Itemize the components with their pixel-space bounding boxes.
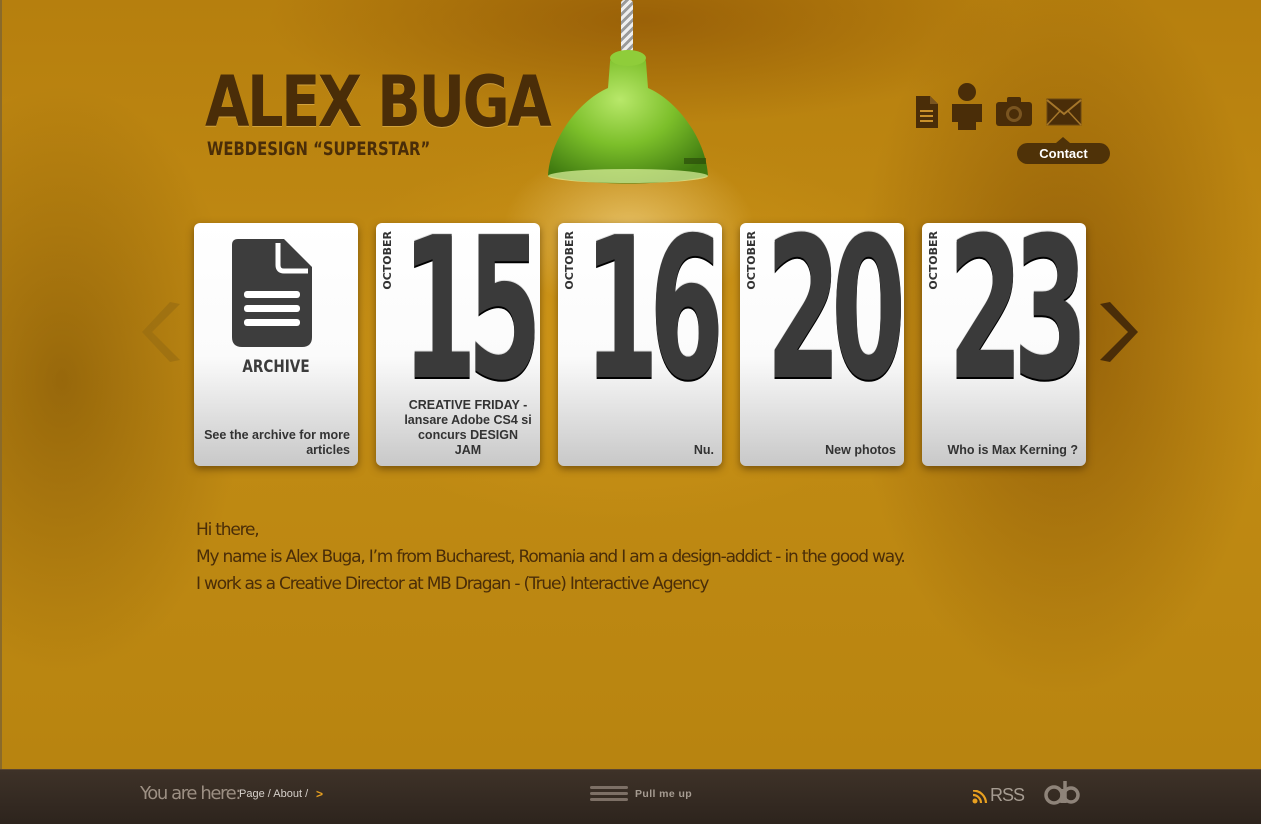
intro-line: Hi there, <box>196 520 260 540</box>
contact-tooltip[interactable]: Contact <box>1017 137 1110 164</box>
camera-icon[interactable] <box>996 96 1032 126</box>
card-day: 15 <box>402 196 542 424</box>
document-icon[interactable] <box>914 96 938 128</box>
next-arrow-icon[interactable] <box>1096 300 1140 364</box>
card-caption: CREATIVE FRIDAY - lansare Adobe CS4 si c… <box>404 398 532 457</box>
archive-card[interactable]: ARCHIVE See the archive for more article… <box>194 223 358 466</box>
breadcrumb-about[interactable]: About <box>273 788 302 800</box>
pull-handle-icon[interactable] <box>590 785 628 803</box>
archive-document-icon <box>232 239 312 347</box>
footer-bar: You are here: Page / About / > Pull me u… <box>0 769 1261 824</box>
card-caption: Who is Max Kerning ? <box>947 443 1078 457</box>
ab-logo-icon[interactable] <box>1044 780 1080 806</box>
date-card-20[interactable]: OCTOBER 20 New photos <box>740 205 906 466</box>
card-month: OCTOBER <box>745 231 758 290</box>
card-month: OCTOBER <box>563 231 576 290</box>
rss-icon[interactable] <box>972 790 988 804</box>
intro-text: Hi there, My name is Alex Buga, I’m from… <box>196 517 906 598</box>
card-day: 20 <box>766 196 906 424</box>
pull-me-up-link[interactable]: Pull me up <box>635 788 692 800</box>
date-card-23[interactable]: OCTOBER 23 Who is Max Kerning ? <box>922 205 1088 466</box>
card-caption: See the archive for more articles <box>204 428 350 457</box>
intro-line: I work as a Creative Director at MB Drag… <box>196 574 709 594</box>
card-day: 23 <box>948 196 1088 424</box>
lamp-icon <box>548 50 708 184</box>
mail-icon[interactable] <box>1046 98 1082 126</box>
site-subtitle: WEBDESIGN “SUPERSTAR” <box>207 138 431 160</box>
date-card-15[interactable]: OCTOBER 15 CREATIVE FRIDAY - lansare Ado… <box>376 205 542 466</box>
card-caption: Nu. <box>693 443 714 457</box>
you-are-here-label: You are here: <box>140 783 241 804</box>
prev-arrow-icon[interactable] <box>140 300 184 364</box>
breadcrumb: Page / About / <box>239 788 308 800</box>
lamp-cord <box>621 0 633 52</box>
card-month: OCTOBER <box>927 231 940 290</box>
intro-line: My name is Alex Buga, I’m from Bucharest… <box>196 547 906 567</box>
site-title[interactable]: ALEX BUGA <box>205 62 552 142</box>
breadcrumb-page[interactable]: Page <box>239 788 265 800</box>
breadcrumb-separator: / <box>267 788 271 800</box>
card-caption: New photos <box>825 443 896 457</box>
chevron-right-icon: > <box>316 787 324 801</box>
archive-label: ARCHIVE <box>242 357 310 377</box>
breadcrumb-separator: / <box>305 788 309 800</box>
date-card-16[interactable]: OCTOBER 16 Nu. <box>558 205 724 466</box>
person-icon[interactable] <box>950 82 984 130</box>
card-day: 16 <box>584 196 724 424</box>
rss-link[interactable]: RSS <box>990 785 1025 806</box>
card-month: OCTOBER <box>381 231 394 290</box>
